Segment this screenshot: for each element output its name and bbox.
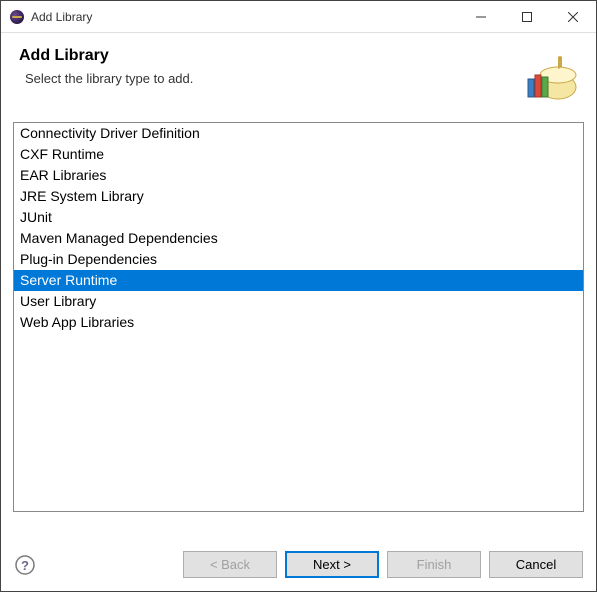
window-title: Add Library [31, 10, 458, 24]
titlebar: Add Library [1, 1, 596, 33]
list-item[interactable]: Plug-in Dependencies [14, 249, 583, 270]
svg-text:?: ? [21, 558, 29, 573]
page-title: Add Library [19, 47, 508, 65]
page-subtitle: Select the library type to add. [19, 71, 508, 86]
list-item[interactable]: EAR Libraries [14, 165, 583, 186]
minimize-button[interactable] [458, 1, 504, 32]
maximize-button[interactable] [504, 1, 550, 32]
list-item[interactable]: User Library [14, 291, 583, 312]
help-icon[interactable]: ? [14, 554, 36, 576]
finish-button[interactable]: Finish [387, 551, 481, 578]
library-type-listbox[interactable]: Connectivity Driver DefinitionCXF Runtim… [13, 122, 584, 512]
list-item[interactable]: JRE System Library [14, 186, 583, 207]
library-icon [518, 47, 578, 102]
list-item[interactable]: Server Runtime [14, 270, 583, 291]
list-item[interactable]: Web App Libraries [14, 312, 583, 333]
list-item[interactable]: CXF Runtime [14, 144, 583, 165]
list-item[interactable]: Connectivity Driver Definition [14, 123, 583, 144]
wizard-header: Add Library Select the library type to a… [1, 33, 596, 112]
back-button[interactable]: < Back [183, 551, 277, 578]
eclipse-icon [9, 9, 25, 25]
list-item[interactable]: JUnit [14, 207, 583, 228]
close-button[interactable] [550, 1, 596, 32]
next-button[interactable]: Next > [285, 551, 379, 578]
button-bar: ? < Back Next > Finish Cancel [1, 540, 596, 591]
cancel-button[interactable]: Cancel [489, 551, 583, 578]
list-item[interactable]: Maven Managed Dependencies [14, 228, 583, 249]
